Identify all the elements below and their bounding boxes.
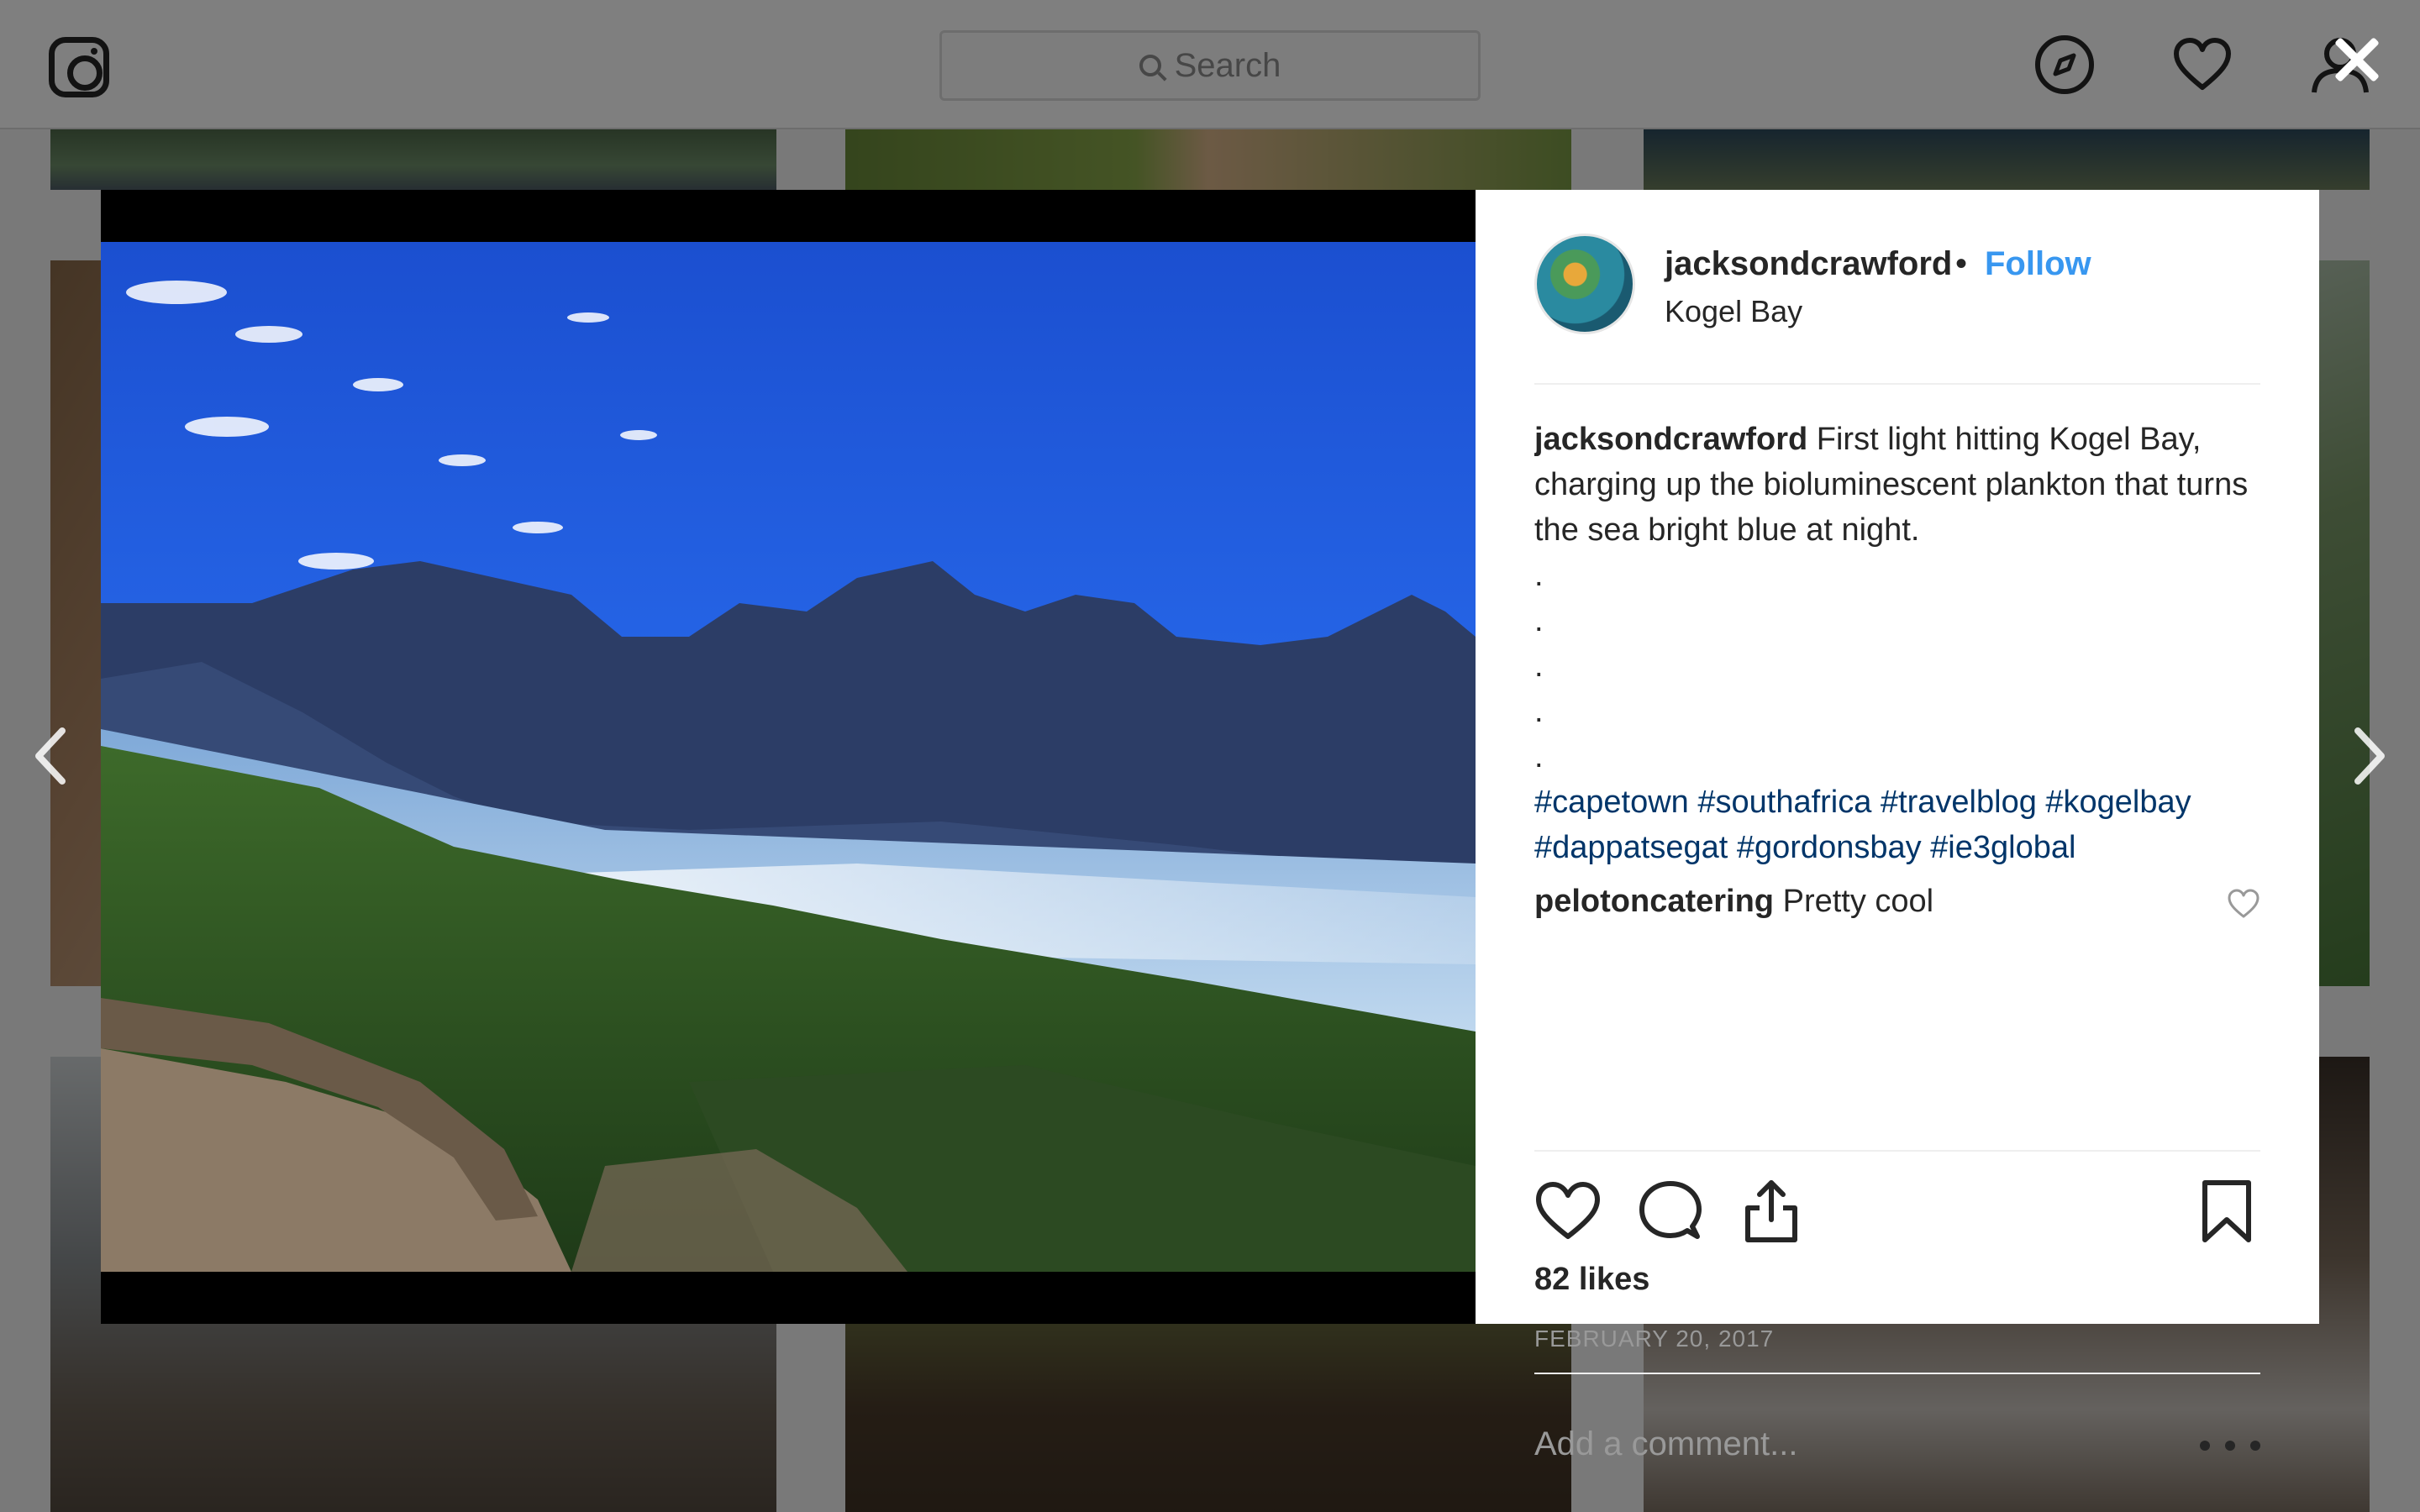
- separator-dot: •: [1955, 245, 1968, 282]
- chevron-left-icon[interactable]: [25, 722, 76, 790]
- avatar[interactable]: [1534, 234, 1635, 334]
- comment-like-heart-icon[interactable]: [2227, 887, 2260, 921]
- divider: [1534, 1150, 2260, 1152]
- post-date: FEBRUARY 20, 2017: [1534, 1326, 1775, 1352]
- close-icon[interactable]: [2328, 30, 2386, 89]
- share-icon[interactable]: [1738, 1178, 1805, 1245]
- caption-dot: .: [1534, 648, 1544, 684]
- post-header: jacksondcrawford • Follow Kogel Bay: [1534, 234, 2260, 334]
- bookmark-icon[interactable]: [2193, 1178, 2260, 1245]
- post-caption: jacksondcrawford First light hitting Kog…: [1534, 417, 2260, 870]
- follow-button[interactable]: Follow: [1985, 245, 2091, 283]
- divider: [1534, 383, 2260, 385]
- caption-dot: .: [1534, 558, 1544, 593]
- post-photo: [101, 242, 1476, 1272]
- comment-username[interactable]: pelotoncatering: [1534, 884, 1774, 919]
- caption-dot: .: [1534, 739, 1544, 774]
- caption-hashtags[interactable]: #capetown #southafrica #travelblog #koge…: [1534, 780, 2260, 825]
- caption-dot: .: [1534, 694, 1544, 729]
- post-modal: jacksondcrawford • Follow Kogel Bay jack…: [101, 190, 2319, 1473]
- more-dot: [2225, 1441, 2235, 1451]
- likes-count[interactable]: 82 likes: [1534, 1262, 1649, 1298]
- more-dot: [2250, 1441, 2260, 1451]
- post-author-username[interactable]: jacksondcrawford: [1665, 245, 1952, 283]
- post-sidebar: jacksondcrawford • Follow Kogel Bay jack…: [1476, 190, 2319, 1473]
- more-dot: [2200, 1441, 2210, 1451]
- post-actions: [1534, 1178, 2260, 1245]
- comments-list[interactable]: jacksondcrawford First light hitting Kog…: [1534, 417, 2260, 1150]
- like-heart-icon[interactable]: [1534, 1178, 1602, 1245]
- caption-hashtags[interactable]: #dappatsegat #gordonsbay #ie3global: [1534, 825, 2260, 870]
- chevron-right-icon[interactable]: [2344, 722, 2395, 790]
- comment-item: pelotoncatering Pretty cool: [1534, 879, 2260, 929]
- comment-icon[interactable]: [1637, 1178, 1704, 1245]
- add-comment-input[interactable]: [1534, 1415, 2190, 1473]
- caption-username[interactable]: jacksondcrawford: [1534, 422, 1807, 457]
- more-options-icon[interactable]: [2200, 1420, 2260, 1471]
- caption-dot: .: [1534, 603, 1544, 638]
- post-location[interactable]: Kogel Bay: [1665, 294, 1802, 329]
- divider: [1534, 1373, 2260, 1374]
- post-media[interactable]: [101, 190, 1476, 1324]
- comment-text: Pretty cool: [1782, 884, 1934, 919]
